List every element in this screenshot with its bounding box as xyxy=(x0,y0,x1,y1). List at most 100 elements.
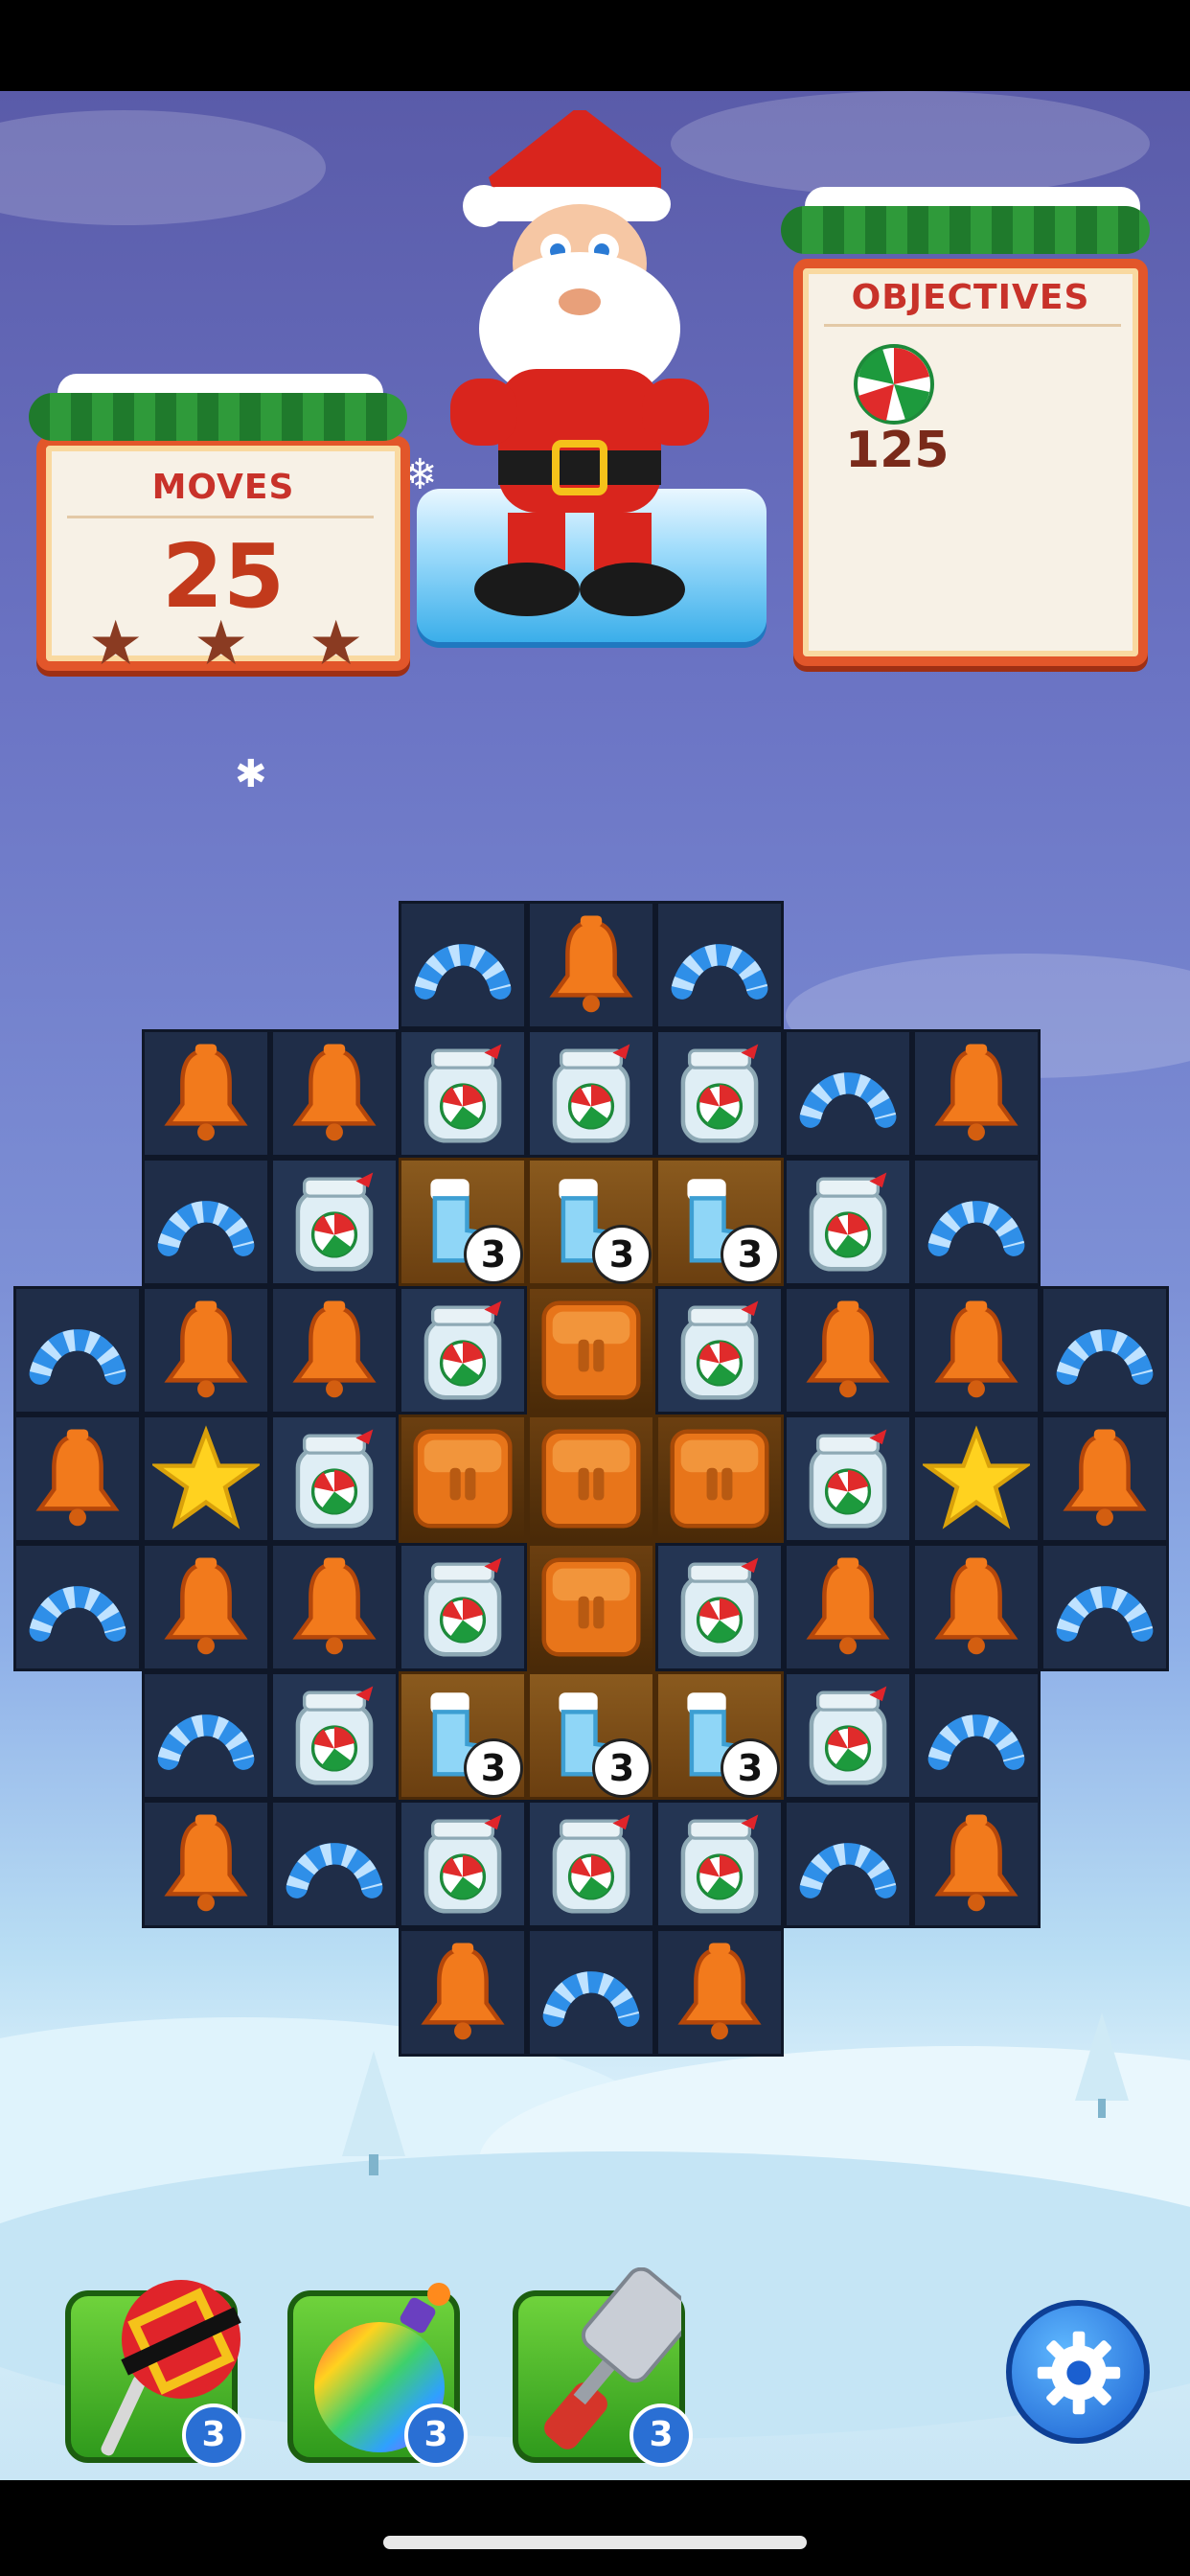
board-cell[interactable] xyxy=(527,1800,655,1928)
bell-icon xyxy=(145,1032,267,1155)
star-icon xyxy=(145,1417,267,1540)
gear-icon xyxy=(1036,2330,1122,2416)
board-cell[interactable] xyxy=(912,1286,1041,1414)
boot-counter-badge: 3 xyxy=(723,1741,777,1795)
board-cell[interactable] xyxy=(270,1671,399,1800)
board-cell[interactable] xyxy=(912,1671,1041,1800)
board-cell[interactable] xyxy=(399,901,527,1029)
honey-icon xyxy=(530,1417,652,1540)
booster-spatula[interactable]: 3 xyxy=(513,2266,696,2467)
candy-cane-icon xyxy=(530,1931,652,2054)
board-cell[interactable] xyxy=(527,1928,655,2057)
bell-icon xyxy=(145,1803,267,1925)
board-cell[interactable]: 3 xyxy=(399,1671,527,1800)
bell-icon xyxy=(145,1546,267,1668)
board-cell[interactable]: 3 xyxy=(399,1158,527,1286)
board-cell[interactable] xyxy=(270,1414,399,1543)
board-cell[interactable] xyxy=(912,1800,1041,1928)
board-cell[interactable] xyxy=(655,1800,784,1928)
bell-icon xyxy=(145,1289,267,1412)
jar-icon xyxy=(401,1032,524,1155)
board-cell[interactable] xyxy=(655,1543,784,1671)
board-cell[interactable] xyxy=(912,1158,1041,1286)
board-cell[interactable] xyxy=(142,1029,270,1158)
board-cell[interactable] xyxy=(784,1671,912,1800)
bell-icon xyxy=(915,1032,1038,1155)
board-cell[interactable] xyxy=(784,1543,912,1671)
jar-icon xyxy=(658,1032,781,1155)
boot-counter-badge: 3 xyxy=(723,1228,777,1281)
board-cell[interactable] xyxy=(142,1286,270,1414)
board-cell[interactable] xyxy=(399,1414,527,1543)
board-cell[interactable] xyxy=(399,1928,527,2057)
board-cell[interactable] xyxy=(784,1414,912,1543)
home-indicator[interactable] xyxy=(383,2536,807,2549)
candy-cane-icon xyxy=(787,1032,909,1155)
board-cell[interactable]: 3 xyxy=(527,1158,655,1286)
board-cell[interactable] xyxy=(784,1286,912,1414)
board-cell[interactable] xyxy=(1041,1543,1169,1671)
board-cell[interactable] xyxy=(784,1158,912,1286)
booster-lollipop-hammer[interactable]: 3 xyxy=(65,2280,245,2467)
board-cell[interactable] xyxy=(142,1671,270,1800)
candy-cane-icon xyxy=(787,1803,909,1925)
board-cell[interactable] xyxy=(399,1800,527,1928)
boot-counter-badge: 3 xyxy=(467,1228,520,1281)
board-cell[interactable] xyxy=(399,1029,527,1158)
booster-rainbow-bomb[interactable]: 3 xyxy=(287,2283,468,2467)
board-cell[interactable] xyxy=(912,1543,1041,1671)
board-cell[interactable] xyxy=(1041,1414,1169,1543)
bell-icon xyxy=(530,904,652,1026)
candy-cane-icon xyxy=(915,1161,1038,1283)
candy-cane-icon xyxy=(1043,1546,1166,1668)
jar-icon xyxy=(273,1674,396,1797)
jar-icon xyxy=(658,1289,781,1412)
jar-icon xyxy=(401,1546,524,1668)
board-cell[interactable] xyxy=(270,1286,399,1414)
bell-icon xyxy=(787,1289,909,1412)
booster-count-badge: 3 xyxy=(182,2404,245,2467)
board-cell[interactable] xyxy=(655,901,784,1029)
board-cell[interactable] xyxy=(13,1543,142,1671)
bell-icon xyxy=(401,1931,524,2054)
boot-counter-badge: 3 xyxy=(595,1228,649,1281)
board-cell[interactable] xyxy=(912,1414,1041,1543)
board-cell[interactable] xyxy=(142,1158,270,1286)
board-cell[interactable] xyxy=(142,1800,270,1928)
board-cell[interactable] xyxy=(655,1029,784,1158)
board-cell[interactable] xyxy=(655,1928,784,2057)
board-cell[interactable] xyxy=(399,1286,527,1414)
candy-cane-icon xyxy=(145,1161,267,1283)
board-cell[interactable] xyxy=(270,1029,399,1158)
board-cell[interactable] xyxy=(527,1414,655,1543)
bell-icon xyxy=(1043,1417,1166,1540)
board-cell[interactable] xyxy=(142,1414,270,1543)
board-cell[interactable] xyxy=(527,1286,655,1414)
board-cell[interactable]: 3 xyxy=(527,1671,655,1800)
honey-icon xyxy=(530,1289,652,1412)
board-cell[interactable] xyxy=(527,1029,655,1158)
board-cell[interactable] xyxy=(13,1414,142,1543)
jar-icon xyxy=(530,1032,652,1155)
home-indicator-bar xyxy=(0,2480,1190,2576)
board-cell[interactable] xyxy=(1041,1286,1169,1414)
board-cell[interactable] xyxy=(527,901,655,1029)
jar-icon xyxy=(658,1803,781,1925)
board-cell[interactable] xyxy=(13,1286,142,1414)
settings-button[interactable] xyxy=(1006,2300,1150,2444)
board-cell[interactable] xyxy=(655,1286,784,1414)
board-cell[interactable]: 3 xyxy=(655,1158,784,1286)
jar-icon xyxy=(530,1803,652,1925)
board-cell[interactable] xyxy=(912,1029,1041,1158)
board-cell[interactable] xyxy=(270,1158,399,1286)
board-cell[interactable] xyxy=(270,1543,399,1671)
board-cell[interactable]: 3 xyxy=(655,1671,784,1800)
board-cell[interactable] xyxy=(399,1543,527,1671)
board-cell[interactable] xyxy=(527,1543,655,1671)
board-cell[interactable] xyxy=(784,1800,912,1928)
board-cell[interactable] xyxy=(142,1543,270,1671)
game-board[interactable]: 3 3 3 3 3 3 xyxy=(0,0,1190,2389)
board-cell[interactable] xyxy=(784,1029,912,1158)
board-cell[interactable] xyxy=(270,1800,399,1928)
board-cell[interactable] xyxy=(655,1414,784,1543)
